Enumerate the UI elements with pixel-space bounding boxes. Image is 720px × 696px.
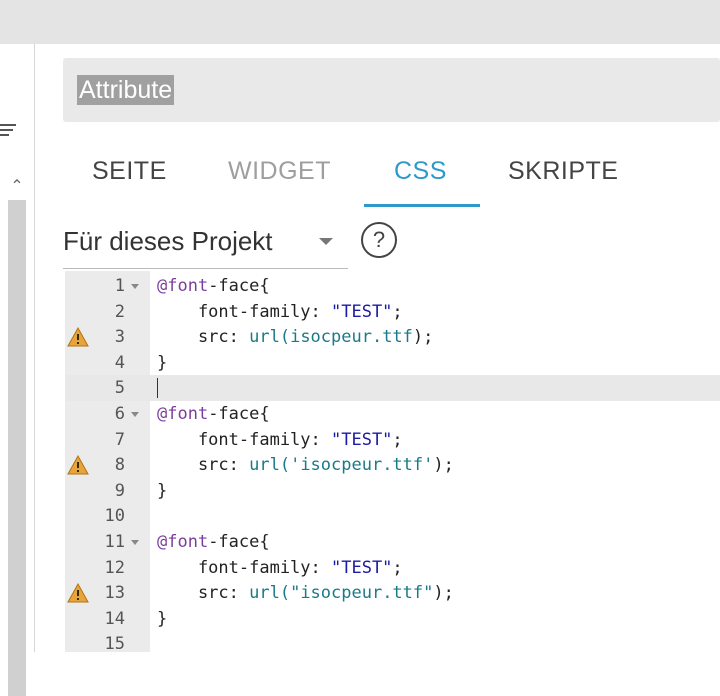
- code-line[interactable]: 8 src: url('isocpeur.ttf');: [65, 452, 720, 478]
- code-text: }: [157, 608, 168, 629]
- code-line[interactable]: 14}: [65, 606, 720, 632]
- code-line[interactable]: 3 src: url(isocpeur.ttf);: [65, 324, 720, 350]
- code-line[interactable]: 7 font-family: "TEST";: [65, 427, 720, 453]
- attributes-field[interactable]: Attribute: [63, 58, 720, 122]
- code-line[interactable]: 6 @font-face{: [65, 401, 720, 427]
- top-bar: [0, 0, 720, 44]
- line-number: 12: [104, 557, 125, 578]
- code-text: }: [157, 352, 168, 373]
- chevron-up-icon[interactable]: ⌃: [8, 178, 26, 196]
- warning-icon: [67, 327, 89, 347]
- menu-icon[interactable]: [0, 122, 16, 138]
- line-number: 5: [114, 378, 125, 399]
- line-number: 15: [104, 634, 125, 652]
- fold-toggle-icon[interactable]: [131, 540, 139, 545]
- code-line[interactable]: 11 @font-face{: [65, 529, 720, 555]
- line-number: 2: [114, 301, 125, 322]
- line-number: 6: [114, 404, 125, 424]
- fold-toggle-icon[interactable]: [131, 412, 139, 417]
- code-text: src: url('isocpeur.ttf');: [157, 455, 454, 476]
- code-line[interactable]: 5: [65, 375, 720, 402]
- code-text: font-family: "TEST";: [157, 301, 403, 322]
- fold-toggle-icon[interactable]: [131, 284, 139, 289]
- code-line[interactable]: 4}: [65, 350, 720, 376]
- line-number: 10: [104, 506, 125, 527]
- code-line[interactable]: 1 @font-face{: [65, 273, 720, 299]
- code-line[interactable]: 12 font-family: "TEST";: [65, 555, 720, 581]
- code-text: src: url("isocpeur.ttf");: [157, 583, 454, 604]
- code-text: font-family: "TEST";: [157, 429, 403, 450]
- text-cursor: [157, 378, 158, 399]
- code-text: }: [157, 480, 168, 501]
- code-line[interactable]: 10: [65, 503, 720, 529]
- attributes-label: Attribute: [77, 75, 175, 105]
- help-icon[interactable]: ?: [361, 222, 397, 258]
- code-line[interactable]: 9}: [65, 478, 720, 504]
- code-text: @font-face{: [157, 404, 270, 424]
- tab-seite[interactable]: SEITE: [92, 148, 167, 208]
- scrollbar[interactable]: [8, 200, 26, 696]
- tab-css[interactable]: CSS: [394, 148, 447, 208]
- scope-label: Für dieses Projekt: [63, 226, 273, 256]
- code-line[interactable]: 2 font-family: "TEST";: [65, 299, 720, 325]
- warning-icon: [67, 583, 89, 603]
- line-number: 1: [114, 276, 125, 296]
- line-number: 14: [104, 608, 125, 629]
- tab-widget[interactable]: WIDGET: [228, 148, 331, 208]
- caret-down-icon: [319, 238, 333, 245]
- code-line[interactable]: 13 src: url("isocpeur.ttf");: [65, 580, 720, 606]
- scope-dropdown[interactable]: Für dieses Projekt: [63, 222, 348, 269]
- code-text: @font-face{: [157, 276, 270, 296]
- code-line[interactable]: 15: [65, 631, 720, 652]
- warning-icon: [67, 455, 89, 475]
- active-tab-indicator: [364, 204, 480, 207]
- code-text: src: url(isocpeur.ttf);: [157, 327, 434, 348]
- tab-skripte[interactable]: SKRIPTE: [508, 148, 618, 208]
- code-text: @font-face{: [157, 532, 270, 552]
- line-number: 7: [114, 429, 125, 450]
- css-code-editor[interactable]: 1 @font-face{2 font-family: "TEST"; 3 src:…: [65, 271, 720, 652]
- tab-bar: SEITE WIDGET CSS SKRIPTE: [62, 148, 662, 208]
- code-text: font-family: "TEST";: [157, 557, 403, 578]
- line-number: 4: [114, 352, 125, 373]
- left-panel: ⌃: [0, 44, 35, 696]
- line-number: 9: [114, 480, 125, 501]
- line-number: 11: [104, 532, 125, 552]
